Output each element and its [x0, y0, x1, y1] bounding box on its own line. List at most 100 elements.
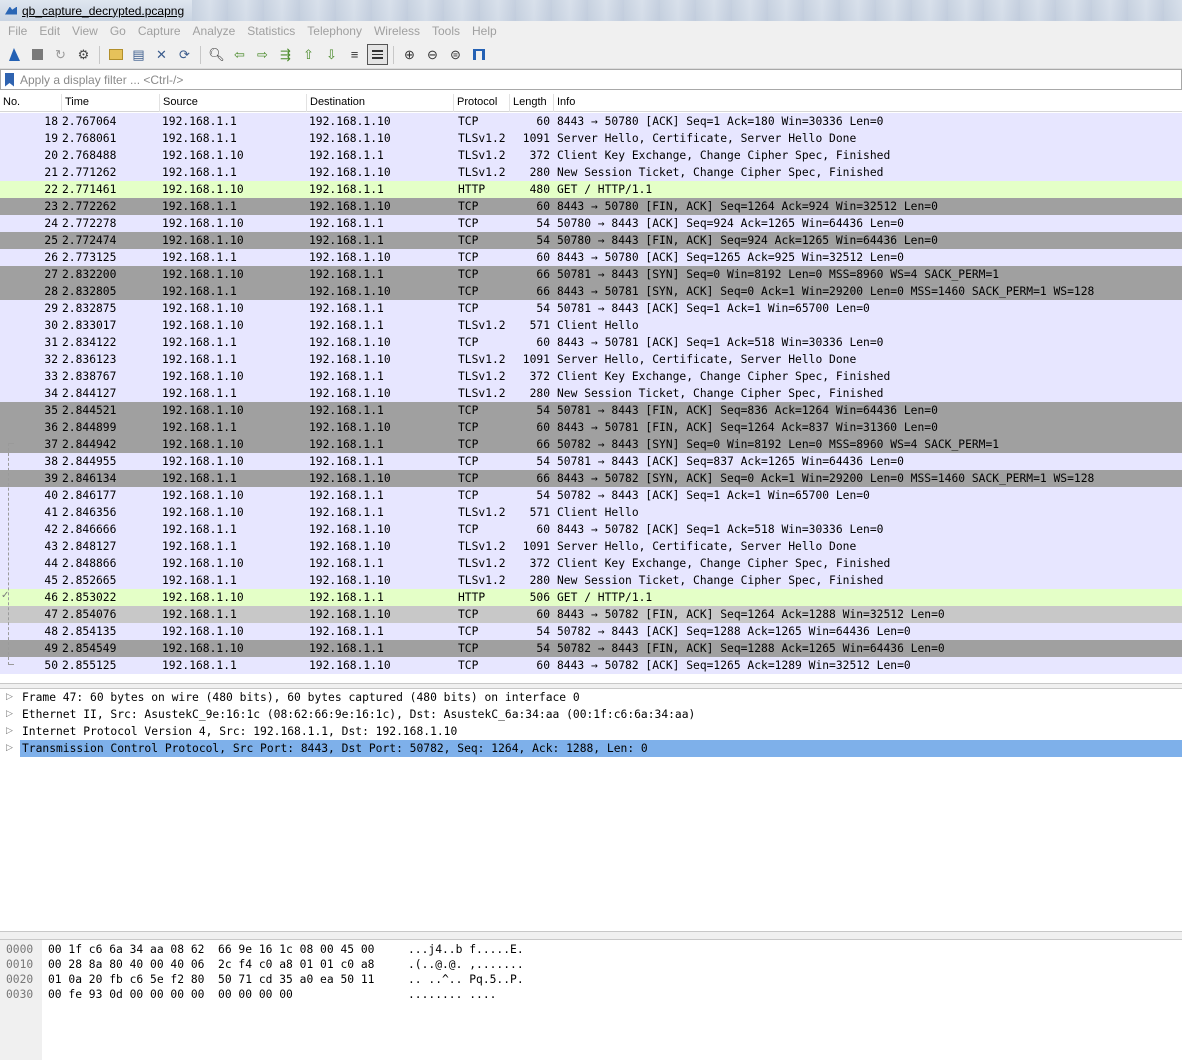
menu-help[interactable]: Help	[466, 24, 503, 38]
packet-row[interactable]: 25 2.772474 192.168.1.10 192.168.1.1 TCP 54 50…	[0, 232, 1182, 249]
packet-row[interactable]: 21 2.771262 192.168.1.1 192.168.1.10 TLSv1.2…	[0, 164, 1182, 181]
menu-go[interactable]: Go	[104, 24, 132, 38]
packet-length: 66	[536, 268, 550, 281]
bytes-offset: 0000	[6, 943, 34, 956]
packet-protocol: TCP	[458, 302, 479, 315]
detail-tree-item[interactable]: ▷ Transmission Control Protocol, Src Port…	[0, 740, 1182, 757]
packet-length: 372	[529, 370, 550, 383]
packet-row[interactable]: 46 2.853022 192.168.1.10 192.168.1.1 HTTP 506…	[0, 589, 1182, 606]
menu-edit[interactable]: Edit	[33, 24, 66, 38]
menu-file[interactable]: File	[2, 24, 33, 38]
title-bar-blurred-area	[192, 0, 1182, 21]
packet-row[interactable]: 18 2.767064 192.168.1.1 192.168.1.10 TCP 60 84…	[0, 113, 1182, 130]
packet-row[interactable]: 43 2.848127 192.168.1.1 192.168.1.10 TLSv1.2…	[0, 538, 1182, 555]
column-length[interactable]: Length	[510, 94, 554, 112]
save-file-icon[interactable]: ▤	[128, 44, 149, 65]
reload-file-icon[interactable]: ⟳	[174, 44, 195, 65]
packet-row[interactable]: 27 2.832200 192.168.1.10 192.168.1.1 TCP 66 50…	[0, 266, 1182, 283]
column-time[interactable]: Time	[62, 94, 160, 112]
zoom-out-icon[interactable]: ⊖	[422, 44, 443, 65]
column-info[interactable]: Info	[554, 94, 1182, 112]
autoscroll-icon[interactable]: ≡	[344, 44, 365, 65]
packet-row[interactable]: 37 2.844942 192.168.1.10 192.168.1.1 TCP 66 50…	[0, 436, 1182, 453]
go-back-icon[interactable]: ⇦	[229, 44, 250, 65]
go-forward-icon[interactable]: ⇨	[252, 44, 273, 65]
packet-row[interactable]: 24 2.772278 192.168.1.10 192.168.1.1 TCP 54 50…	[0, 215, 1182, 232]
bytes-row[interactable]: 0000 00 1f c6 6a 34 aa 08 62 66 9e 16 1c …	[0, 942, 1182, 957]
packet-no: 34	[44, 387, 58, 400]
packet-length: 280	[529, 387, 550, 400]
packet-info: 50782 → 8443 [ACK] Seq=1 Ack=1 Win=65700…	[557, 489, 870, 502]
column-no[interactable]: No.	[0, 94, 62, 112]
packet-row[interactable]: 30 2.833017 192.168.1.10 192.168.1.1 TLSv1.2…	[0, 317, 1182, 334]
packet-row[interactable]: 33 2.838767 192.168.1.10 192.168.1.1 TLSv1.2…	[0, 368, 1182, 385]
packet-row[interactable]: 49 2.854549 192.168.1.10 192.168.1.1 TCP 54 50…	[0, 640, 1182, 657]
filter-bookmark-icon[interactable]	[5, 72, 14, 87]
packet-row[interactable]: 40 2.846177 192.168.1.10 192.168.1.1 TCP 54 50…	[0, 487, 1182, 504]
pane-splitter[interactable]	[0, 931, 1182, 940]
go-last-icon[interactable]: ⇩	[321, 44, 342, 65]
packet-row[interactable]: 45 2.852665 192.168.1.1 192.168.1.10 TLSv1.2…	[0, 572, 1182, 589]
resize-columns-icon[interactable]	[468, 44, 489, 65]
bytes-row[interactable]: 0020 01 0a 20 fb c6 5e f2 80 50 71 cd 35 …	[0, 972, 1182, 987]
expand-arrow-icon[interactable]: ▷	[6, 706, 20, 723]
packet-row[interactable]: 19 2.768061 192.168.1.1 192.168.1.10 TLSv1.2…	[0, 130, 1182, 147]
capture-options-icon[interactable]: ⚙	[73, 44, 94, 65]
packet-length: 60	[536, 523, 550, 536]
menu-capture[interactable]: Capture	[132, 24, 187, 38]
packet-no: 40	[44, 489, 58, 502]
packet-row[interactable]: 36 2.844899 192.168.1.1 192.168.1.10 TCP 60 84…	[0, 419, 1182, 436]
packet-row[interactable]: 31 2.834122 192.168.1.1 192.168.1.10 TCP 60 84…	[0, 334, 1182, 351]
packet-row[interactable]: 42 2.846666 192.168.1.1 192.168.1.10 TCP 60 84…	[0, 521, 1182, 538]
detail-tree-item[interactable]: ▷ Ethernet II, Src: AsustekC_9e:16:1c (08…	[0, 706, 1182, 723]
packet-row[interactable]: 38 2.844955 192.168.1.10 192.168.1.1 TCP 54 50…	[0, 453, 1182, 470]
start-capture-icon[interactable]	[4, 44, 25, 65]
packet-destination: 192.168.1.1	[309, 183, 384, 196]
menu-statistics[interactable]: Statistics	[241, 24, 301, 38]
expand-arrow-icon[interactable]: ▷	[6, 689, 20, 706]
open-file-icon[interactable]	[105, 44, 126, 65]
packet-row[interactable]: 29 2.832875 192.168.1.10 192.168.1.1 TCP 54 50…	[0, 300, 1182, 317]
menu-telephony[interactable]: Telephony	[301, 24, 368, 38]
bytes-row[interactable]: 0010 00 28 8a 80 40 00 40 06 2c f4 c0 a8 …	[0, 957, 1182, 972]
packet-list[interactable]: 18 2.767064 192.168.1.1 192.168.1.10 TCP 60 84…	[0, 113, 1182, 674]
packet-time: 2.844127	[62, 387, 117, 400]
zoom-in-icon[interactable]: ⊕	[399, 44, 420, 65]
packet-row[interactable]: 48 2.854135 192.168.1.10 192.168.1.1 TCP 54 50…	[0, 623, 1182, 640]
colorize-icon[interactable]	[367, 44, 388, 65]
menu-wireless[interactable]: Wireless	[368, 24, 426, 38]
packet-row[interactable]: 34 2.844127 192.168.1.1 192.168.1.10 TLSv1.2…	[0, 385, 1182, 402]
menu-view[interactable]: View	[66, 24, 104, 38]
packet-row[interactable]: 41 2.846356 192.168.1.10 192.168.1.1 TLSv1.2…	[0, 504, 1182, 521]
packet-row[interactable]: 20 2.768488 192.168.1.10 192.168.1.1 TLSv1.2…	[0, 147, 1182, 164]
packet-row[interactable]: 22 2.771461 192.168.1.10 192.168.1.1 HTTP 480…	[0, 181, 1182, 198]
go-first-icon[interactable]: ⇧	[298, 44, 319, 65]
display-filter-input[interactable]	[18, 70, 1118, 89]
packet-row[interactable]: 44 2.848866 192.168.1.10 192.168.1.1 TLSv1.2…	[0, 555, 1182, 572]
packet-row[interactable]: 28 2.832805 192.168.1.1 192.168.1.10 TCP 66 84…	[0, 283, 1182, 300]
packet-row[interactable]: 26 2.773125 192.168.1.1 192.168.1.10 TCP 60 84…	[0, 249, 1182, 266]
detail-tree-item[interactable]: ▷ Frame 47: 60 bytes on wire (480 bits), …	[0, 689, 1182, 706]
packet-row[interactable]: 35 2.844521 192.168.1.10 192.168.1.1 TCP 54 50…	[0, 402, 1182, 419]
stop-capture-icon[interactable]	[27, 44, 48, 65]
find-packet-icon[interactable]: 🔍︎	[206, 44, 227, 65]
packet-row[interactable]: 32 2.836123 192.168.1.1 192.168.1.10 TLSv1.2…	[0, 351, 1182, 368]
go-to-packet-icon[interactable]: ⇶	[275, 44, 296, 65]
column-source[interactable]: Source	[160, 94, 307, 112]
column-destination[interactable]: Destination	[307, 94, 454, 112]
expand-arrow-icon[interactable]: ▷	[6, 740, 20, 757]
menu-tools[interactable]: Tools	[426, 24, 466, 38]
packet-row[interactable]: 47 2.854076 192.168.1.1 192.168.1.10 TCP 60 84…	[0, 606, 1182, 623]
menu-analyze[interactable]: Analyze	[187, 24, 242, 38]
packet-row[interactable]: 39 2.846134 192.168.1.1 192.168.1.10 TCP 66 84…	[0, 470, 1182, 487]
normal-size-icon[interactable]: ⊜	[445, 44, 466, 65]
restart-capture-icon[interactable]: ↻	[50, 44, 71, 65]
bytes-row[interactable]: 0030 00 fe 93 0d 00 00 00 00 00 00 00 00.…	[0, 987, 1182, 1002]
packet-row[interactable]: 50 2.855125 192.168.1.1 192.168.1.10 TCP 60 84…	[0, 657, 1182, 674]
packet-destination: 192.168.1.1	[309, 642, 384, 655]
detail-tree-item[interactable]: ▷ Internet Protocol Version 4, Src: 192.1…	[0, 723, 1182, 740]
expand-arrow-icon[interactable]: ▷	[6, 723, 20, 740]
close-file-icon[interactable]: ✕	[151, 44, 172, 65]
packet-row[interactable]: 23 2.772262 192.168.1.1 192.168.1.10 TCP 60 84…	[0, 198, 1182, 215]
column-protocol[interactable]: Protocol	[454, 94, 510, 112]
